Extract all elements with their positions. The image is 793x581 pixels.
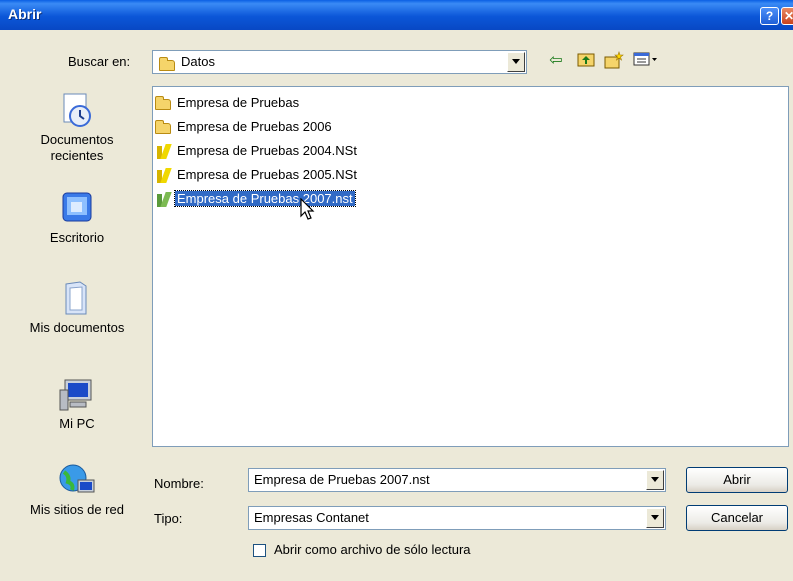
readonly-checkbox[interactable] — [253, 544, 266, 557]
open-button[interactable]: Abrir — [686, 467, 788, 493]
lookin-value: Datos — [181, 54, 215, 69]
list-item-selected[interactable]: Empresa de Pruebas 2007.nst — [155, 189, 356, 210]
file-name: Empresa de Pruebas 2007.nst — [174, 190, 356, 207]
file-name: Empresa de Pruebas 2004.NSt — [177, 143, 357, 158]
back-icon[interactable]: ⇦ — [546, 51, 566, 71]
sidebar-item-label: Mi PC — [59, 416, 95, 431]
list-item[interactable]: Empresa de Pruebas 2005.NSt — [155, 165, 359, 185]
filename-dropdown-button[interactable] — [646, 470, 664, 490]
readonly-label: Abrir como archivo de sólo lectura — [274, 542, 471, 557]
my-computer-icon — [58, 376, 96, 414]
filename-combo[interactable]: Empresa de Pruebas 2007.nst — [248, 468, 666, 492]
sidebar-item-label: Mis sitios de red — [30, 502, 124, 517]
sidebar-item-mypc[interactable]: Mi PC — [18, 376, 136, 431]
list-item[interactable]: Empresa de Pruebas 2004.NSt — [155, 141, 359, 161]
sidebar-item-recent[interactable]: Documentos recientes — [18, 92, 136, 164]
up-folder-icon[interactable] — [576, 51, 596, 71]
sidebar-item-label: Mis documentos — [29, 320, 125, 335]
views-menu-icon[interactable] — [632, 51, 660, 71]
title-bar[interactable]: Abrir ? ✕ — [0, 0, 793, 30]
desktop-icon — [58, 190, 96, 228]
sidebar-item-network[interactable]: Mis sitios de red — [18, 462, 136, 517]
file-name: Empresa de Pruebas — [177, 95, 300, 110]
my-documents-icon — [58, 280, 96, 318]
folder-icon — [155, 118, 173, 138]
sidebar-item-mydocs[interactable]: Mis documentos — [18, 280, 136, 335]
nst-file-icon — [155, 142, 173, 162]
sidebar-item-label: Documentos recientes — [40, 132, 114, 163]
sidebar-item-desktop[interactable]: Escritorio — [18, 190, 136, 245]
folder-icon — [155, 94, 173, 114]
filetype-label: Tipo: — [154, 511, 183, 526]
file-list[interactable]: Empresa de Pruebas Empresa de Pruebas 20… — [152, 86, 789, 447]
window-title: Abrir — [8, 6, 42, 22]
filename-label: Nombre: — [154, 476, 204, 491]
nst-file-icon — [155, 190, 173, 210]
lookin-label: Buscar en: — [68, 54, 131, 69]
sidebar-item-label: Escritorio — [49, 230, 105, 245]
lookin-dropdown-button[interactable] — [507, 52, 525, 72]
filetype-combo[interactable]: Empresas Contanet — [248, 506, 666, 530]
lookin-combo[interactable]: Datos — [152, 50, 527, 74]
close-button[interactable]: ✕ — [781, 7, 793, 25]
help-button[interactable]: ? — [760, 7, 779, 25]
file-name: Empresa de Pruebas 2006 — [177, 119, 332, 134]
file-name: Empresa de Pruebas 2005.NSt — [177, 167, 357, 182]
list-item[interactable]: Empresa de Pruebas 2006 — [155, 117, 334, 137]
filetype-value: Empresas Contanet — [254, 510, 369, 525]
recent-documents-icon — [58, 92, 96, 130]
nst-file-icon — [155, 166, 173, 186]
network-places-icon — [58, 462, 96, 500]
cancel-button[interactable]: Cancelar — [686, 505, 788, 531]
filename-input[interactable]: Empresa de Pruebas 2007.nst — [254, 472, 430, 487]
filetype-dropdown-button[interactable] — [646, 508, 664, 528]
new-folder-icon[interactable] — [604, 51, 624, 71]
folder-icon — [159, 57, 175, 72]
list-item[interactable]: Empresa de Pruebas — [155, 93, 301, 113]
